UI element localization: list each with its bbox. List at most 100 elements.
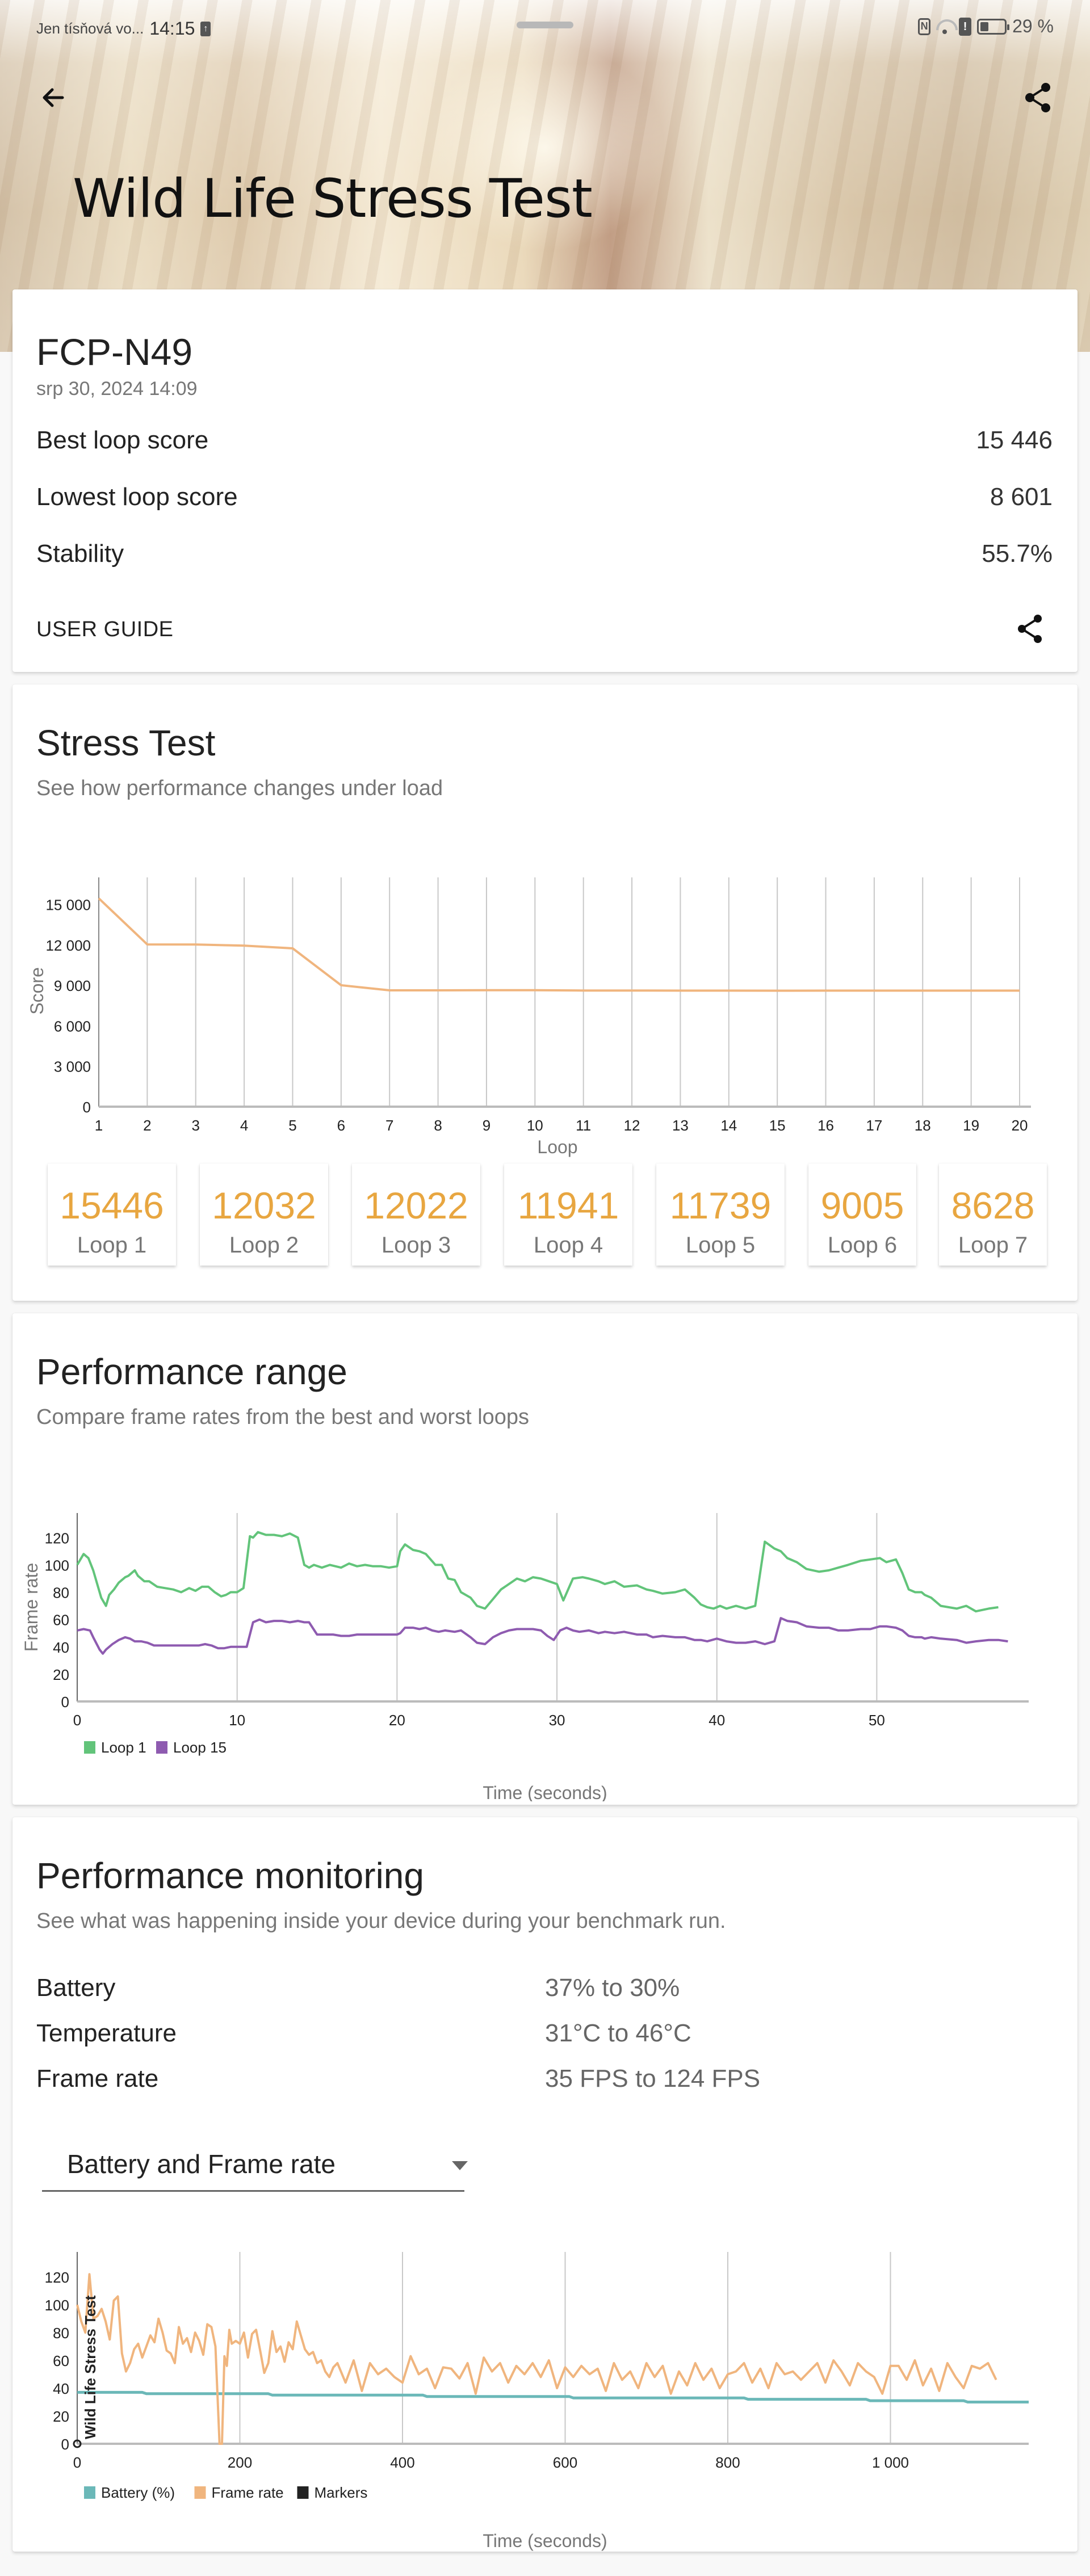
- loop-tile[interactable]: 8628 Loop 7: [939, 1163, 1047, 1266]
- x-tick-label: 19: [963, 1117, 979, 1134]
- x-tick-label: 7: [385, 1117, 393, 1134]
- y-tick-label: 60: [53, 2352, 69, 2369]
- row-label: Best loop score: [36, 426, 209, 454]
- x-tick-label: 2: [143, 1117, 151, 1134]
- x-tick-label: 600: [553, 2454, 577, 2471]
- y-tick-label: 40: [53, 1639, 69, 1656]
- performance-range-card: Performance range Compare frame rates fr…: [12, 1313, 1078, 1805]
- x-tick-label: 10: [229, 1712, 245, 1729]
- loop-tile[interactable]: 11739 Loop 5: [656, 1163, 785, 1266]
- y-tick-label: 80: [53, 1585, 69, 1602]
- y-tick-label: 40: [53, 2380, 69, 2397]
- series-line-frame-rate: [76, 2273, 997, 2445]
- row-label: Temperature: [36, 2019, 177, 2047]
- row-label: Battery: [36, 1974, 116, 2002]
- nfc-icon: N: [918, 18, 931, 35]
- temperature-row: Temperature 31°C to 46°C: [36, 2019, 1001, 2051]
- x-tick-label: 1 000: [872, 2454, 909, 2471]
- series-line-loop-15: [77, 1617, 1008, 1655]
- x-tick-label: 11: [576, 1117, 591, 1134]
- x-axis-label: Time (seconds): [483, 1783, 607, 1801]
- share-icon: [1025, 83, 1050, 112]
- x-tick-label: 10: [527, 1117, 543, 1134]
- x-tick-label: 20: [389, 1712, 405, 1729]
- legend-label: Markers: [315, 2484, 368, 2501]
- x-tick-label: 30: [549, 1712, 565, 1729]
- y-tick-label: 100: [45, 2297, 69, 2314]
- row-label: Lowest loop score: [36, 483, 238, 511]
- sim-alert-icon: !: [959, 17, 972, 36]
- y-tick-label: 15 000: [45, 897, 91, 914]
- loop-label: Loop 5: [685, 1233, 756, 1258]
- y-tick-label: 0: [83, 1099, 91, 1116]
- score-series-line: [98, 897, 1020, 992]
- x-tick-label: 18: [915, 1117, 931, 1134]
- series-line-battery-: [77, 2390, 1029, 2403]
- summary-card: FCP-N49 srp 30, 2024 14:09 Best loop sco…: [12, 289, 1078, 672]
- y-axis-label: Score: [27, 967, 47, 1015]
- x-tick-label: 4: [240, 1117, 248, 1134]
- y-tick-label: 100: [45, 1557, 69, 1574]
- x-tick-label: 1: [95, 1117, 103, 1134]
- loop-score-tiles: 15446 Loop 1 12032 Loop 2 12022 Loop 3 1194…: [48, 1163, 1070, 1266]
- x-tick-label: 200: [228, 2454, 252, 2471]
- x-tick-label: 17: [866, 1117, 882, 1134]
- battery-icon: [977, 18, 1010, 35]
- y-tick-label: 12 000: [45, 937, 91, 954]
- x-tick-label: 6: [337, 1117, 345, 1134]
- row-value: 8 601: [990, 483, 1053, 511]
- y-tick-label: 20: [53, 2408, 69, 2425]
- status-bar: Jen tísňová vo... 14:15 ↑ N ! 29 %: [0, 0, 1090, 57]
- row-value: 37% to 30%: [545, 1974, 680, 2002]
- x-tick-label: 16: [818, 1117, 834, 1134]
- x-tick-label: 0: [73, 1712, 81, 1729]
- dropdown-arrow-icon: [452, 2161, 468, 2170]
- loop-tile[interactable]: 15446 Loop 1: [48, 1163, 176, 1266]
- x-tick-label: 800: [715, 2454, 740, 2471]
- x-tick-label: 15: [769, 1117, 786, 1134]
- x-tick-label: 12: [624, 1117, 640, 1134]
- y-tick-label: 6 000: [54, 1018, 91, 1035]
- monitoring-chart: 0 200 400 600 800 1 000 0 20 40 60 80 100 120 Wild Li…: [45, 2252, 1029, 2551]
- x-tick-label: 9: [483, 1117, 491, 1134]
- y-tick-label: 9 000: [54, 977, 91, 994]
- share-result-button[interactable]: [1012, 611, 1048, 647]
- loop-score: 8628: [951, 1184, 1035, 1226]
- x-tick-label: 13: [672, 1117, 689, 1134]
- upload-arrow-icon: ↑: [200, 21, 211, 36]
- loop-score: 11941: [517, 1184, 619, 1226]
- x-tick-label: 3: [192, 1117, 200, 1134]
- row-value: 15 446: [976, 426, 1053, 454]
- user-guide-link[interactable]: USER GUIDE: [36, 617, 173, 642]
- loop-score: 15446: [60, 1184, 164, 1226]
- x-tick-label: 5: [288, 1117, 296, 1134]
- back-button[interactable]: [35, 79, 72, 116]
- loop-tile[interactable]: 11941 Loop 4: [504, 1163, 632, 1266]
- loop-label: Loop 3: [381, 1233, 451, 1258]
- loop-label: Loop 7: [958, 1233, 1028, 1258]
- y-tick-label: 20: [53, 1666, 69, 1683]
- loop-tile[interactable]: 12032 Loop 2: [200, 1163, 328, 1266]
- share-button-header[interactable]: [1020, 79, 1056, 116]
- notch-pill: [517, 22, 573, 28]
- y-tick-label: 0: [61, 1693, 69, 1711]
- arrow-left-icon: [43, 88, 64, 107]
- series-line-loop-1: [76, 1531, 999, 1613]
- x-axis-label: Time (seconds): [483, 2531, 607, 2551]
- lowest-loop-row: Lowest loop score 8 601: [36, 480, 1053, 514]
- loop-tile[interactable]: 12022 Loop 3: [352, 1163, 480, 1266]
- performance-monitoring-card: Performance monitoring See what was happ…: [12, 1817, 1078, 2552]
- section-subtitle: See what was happening inside your devic…: [36, 1909, 726, 1933]
- legend-swatch: [194, 2486, 206, 2499]
- chart-metric-select[interactable]: Battery and Frame rate: [42, 2126, 468, 2192]
- row-label: Stability: [36, 540, 124, 568]
- marker-label: Wild Life Stress Test: [82, 2295, 99, 2439]
- y-axis-label: Frame rate: [21, 1563, 41, 1652]
- x-tick-label: 40: [708, 1712, 725, 1729]
- section-title: Performance monitoring: [36, 1855, 424, 1896]
- status-left: Jen tísňová vo... 14:15 ↑: [36, 18, 211, 39]
- loop-tile[interactable]: 9005 Loop 6: [808, 1163, 916, 1266]
- stress-chart: 1 2 3 4 5 6 7 8 9 10 11 12 13 14 15 16 17 18 19 2003 0006 0…: [27, 877, 1031, 1157]
- y-tick-label: 80: [53, 2325, 69, 2342]
- x-tick-label: 50: [869, 1712, 885, 1729]
